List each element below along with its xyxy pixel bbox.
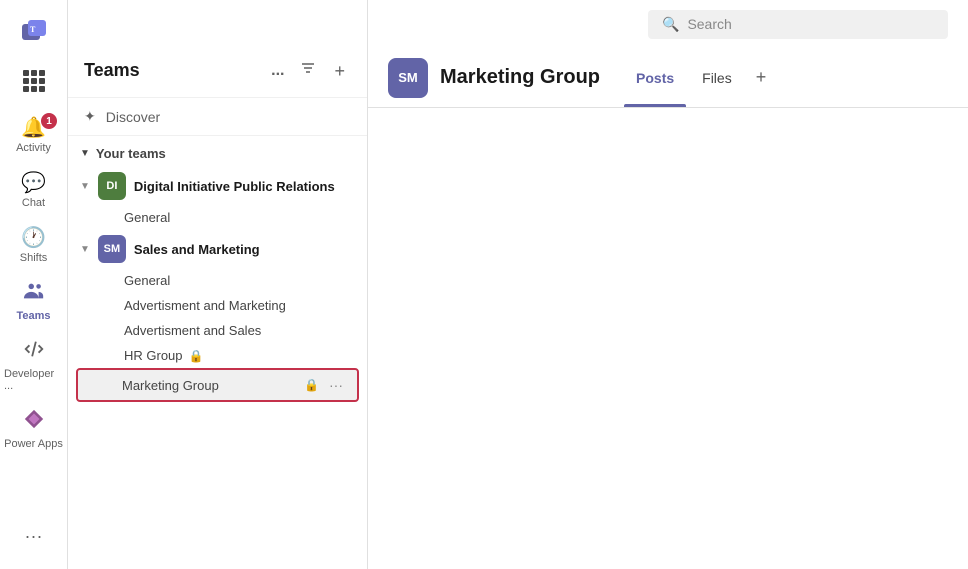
sidebar-item-chat[interactable]: 💬 Chat xyxy=(0,162,67,217)
channel-sm-hr-group[interactable]: HR Group 🔒 xyxy=(68,343,367,368)
your-teams-section: ▼ Your teams ▼ DI Digital Initiative Pub… xyxy=(68,136,367,402)
your-teams-header[interactable]: ▼ Your teams xyxy=(68,136,367,167)
main-body xyxy=(368,108,968,569)
add-tab-button[interactable]: + xyxy=(748,63,775,92)
svg-text:T: T xyxy=(30,25,36,34)
shifts-label: Shifts xyxy=(20,252,48,264)
power-apps-label: Power Apps xyxy=(4,438,63,450)
channel-sm-adv-marketing[interactable]: Advertisment and Marketing xyxy=(68,293,367,318)
channel-sm-adv-sales[interactable]: Advertisment and Sales xyxy=(68,318,367,343)
tabs: Posts Files + xyxy=(624,48,948,107)
channel-sm-marketing-group[interactable]: Marketing Group 🔒 ··· xyxy=(76,368,359,402)
chevron-right-icon: ▼ xyxy=(80,181,90,192)
main-content: SM Marketing Group Posts Files + xyxy=(368,0,968,569)
tab-posts[interactable]: Posts xyxy=(624,48,686,107)
add-team-button[interactable]: + xyxy=(328,58,351,84)
icon-rail: T 🔔 Activity 1 💬 C xyxy=(0,0,68,569)
discover-label: Discover xyxy=(106,109,160,125)
group-name: Marketing Group xyxy=(440,66,600,89)
discover-row[interactable]: ✦ Discover xyxy=(68,98,367,136)
lock-icon-marketing: 🔒 xyxy=(304,378,319,392)
filter-button[interactable] xyxy=(296,56,320,85)
sidebar-item-developer[interactable]: Developer ... xyxy=(0,330,67,400)
shifts-icon: 🕐 xyxy=(21,225,46,250)
power-apps-icon xyxy=(23,408,45,436)
channel-sm-general[interactable]: General xyxy=(68,268,367,293)
chevron-down-icon: ▼ xyxy=(80,148,90,159)
team-digital-initiative: ▼ DI Digital Initiative Public Relations… xyxy=(68,167,367,230)
lock-icon-hr: 🔒 xyxy=(189,349,204,363)
discover-sparkle-icon: ✦ xyxy=(84,108,96,125)
team-sm-avatar: SM xyxy=(98,235,126,263)
search-icon: 🔍 xyxy=(662,16,679,33)
teams-panel: Teams ... + ✦ Discover ▼ xyxy=(68,0,368,569)
team-sm-name: Sales and Marketing xyxy=(134,242,351,257)
activity-label: Activity xyxy=(16,142,51,154)
search-placeholder: Search xyxy=(687,16,731,32)
sidebar-item-shifts[interactable]: 🕐 Shifts xyxy=(0,217,67,272)
channel-di-general[interactable]: General xyxy=(68,205,367,230)
teams-panel-actions: ... + xyxy=(267,56,351,85)
developer-label: Developer ... xyxy=(4,368,63,392)
team-sales-marketing: ▼ SM Sales and Marketing General Adverti… xyxy=(68,230,367,402)
team-sm-header[interactable]: ▼ SM Sales and Marketing xyxy=(68,230,367,268)
channel-more-options[interactable]: ··· xyxy=(325,375,347,395)
waffle-icon[interactable] xyxy=(0,62,67,103)
activity-badge: 1 xyxy=(41,113,57,129)
team-di-avatar: DI xyxy=(98,172,126,200)
chevron-down-sm-icon: ▼ xyxy=(80,244,90,255)
team-di-name: Digital Initiative Public Relations xyxy=(134,179,351,194)
main-header: SM Marketing Group Posts Files + xyxy=(368,48,968,108)
teams-icon xyxy=(23,280,45,308)
sidebar-item-teams[interactable]: Teams xyxy=(0,272,67,330)
app-logo[interactable]: T xyxy=(16,14,52,50)
more-options-button[interactable]: ... xyxy=(267,58,288,84)
teams-panel-title: Teams xyxy=(84,60,140,81)
more-icon: ··· xyxy=(25,526,43,547)
chat-icon: 💬 xyxy=(21,170,46,195)
group-avatar: SM xyxy=(388,58,428,98)
chat-label: Chat xyxy=(22,197,45,209)
your-teams-label: Your teams xyxy=(96,146,166,161)
team-di-channels: General xyxy=(68,205,367,230)
tab-files[interactable]: Files xyxy=(690,48,744,107)
sidebar-item-activity[interactable]: 🔔 Activity 1 xyxy=(0,107,67,162)
teams-panel-header: Teams ... + xyxy=(68,48,367,98)
team-di-header[interactable]: ▼ DI Digital Initiative Public Relations xyxy=(68,167,367,205)
rail-more-button[interactable]: ··· xyxy=(0,518,67,555)
teams-label: Teams xyxy=(16,310,50,322)
developer-icon xyxy=(23,338,45,366)
team-sm-channels: General Advertisment and Marketing Adver… xyxy=(68,268,367,402)
sidebar-item-power-apps[interactable]: Power Apps xyxy=(0,400,67,458)
search-bar[interactable]: 🔍 Search xyxy=(648,10,948,39)
